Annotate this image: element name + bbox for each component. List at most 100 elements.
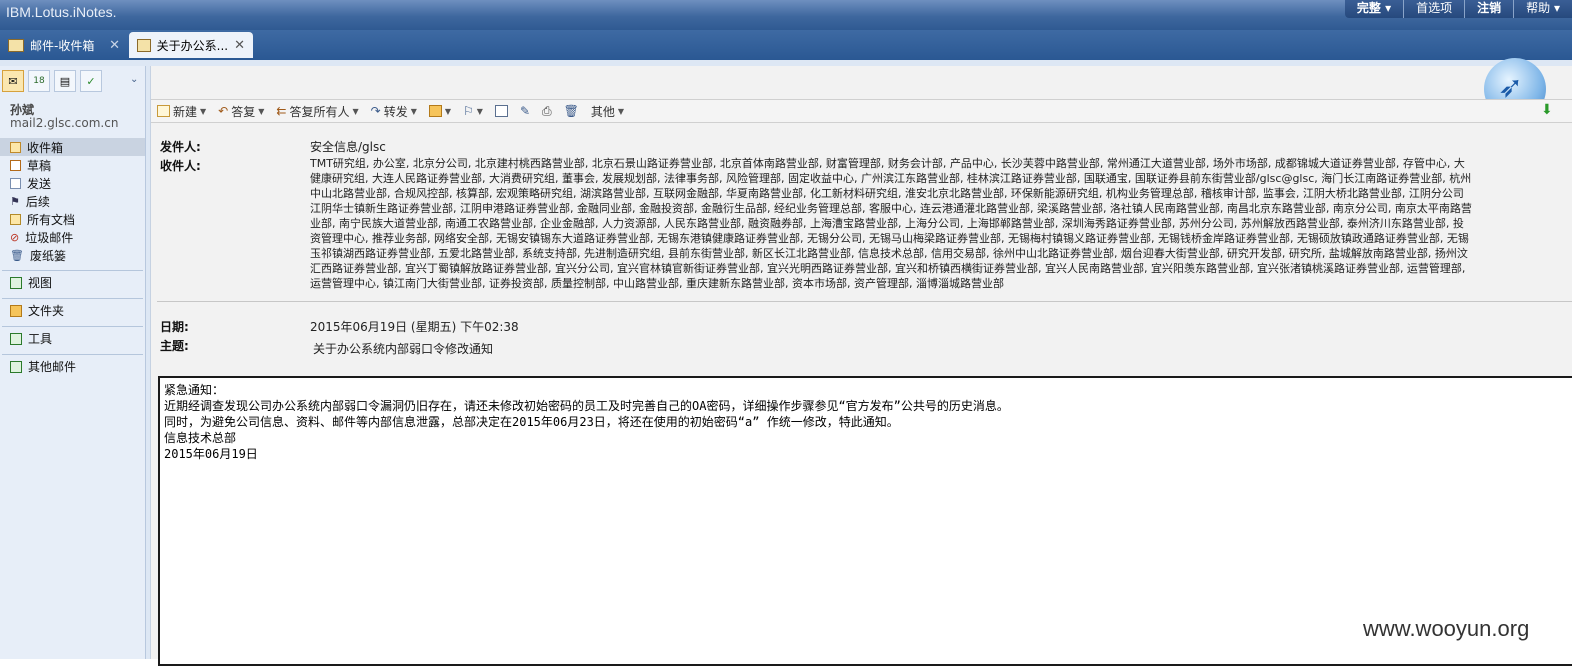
chevron-down-icon: ▼	[444, 106, 452, 116]
inbox-icon	[10, 141, 21, 153]
expand-chevron-icon[interactable]: ⌄	[130, 74, 138, 85]
menu-full[interactable]: 完整 ▾	[1345, 0, 1403, 18]
section-other-mail[interactable]: 其他邮件	[2, 354, 143, 378]
chevron-down-icon: ▼	[617, 106, 625, 116]
forward-button[interactable]: ↷ 转发 ▼	[365, 103, 423, 120]
message-body[interactable]: 紧急通知： 近期经调查发现公司办公系统内部弱口令漏洞仍旧存在，请还未修改初始密码…	[158, 376, 1572, 666]
calendar-icon[interactable]: 18	[28, 70, 50, 92]
watermark: www.wooyun.org	[1363, 616, 1530, 641]
sidebar-item-sent[interactable]: 发送	[0, 174, 145, 192]
chevron-down-icon: ▾	[1553, 1, 1560, 15]
more-button[interactable]: 其他 ▼	[585, 103, 630, 120]
section-label: 视图	[28, 276, 53, 290]
section-views[interactable]: 视图	[2, 270, 143, 294]
section-folders[interactable]: 文件夹	[2, 298, 143, 322]
section-label: 工具	[28, 332, 53, 346]
expand-plus-icon	[10, 332, 22, 345]
mail-launch-icon[interactable]: ✉	[2, 70, 24, 92]
contacts-icon[interactable]: ▤	[54, 70, 76, 92]
chevron-down-icon: ▼	[258, 106, 265, 116]
section-label: 其他邮件	[28, 360, 77, 374]
sidebar-item-label: 发送	[27, 176, 52, 191]
sidebar-item-label: 草稿	[27, 158, 52, 173]
chevron-down-icon: ▼	[352, 106, 359, 116]
sidebar-item-junk[interactable]: ⊘ 垃圾邮件	[0, 228, 145, 246]
sidebar-item-all-docs[interactable]: 所有文档	[0, 210, 145, 228]
pencil-icon	[10, 159, 21, 171]
to-label: 收件人:	[160, 159, 201, 173]
sidebar-item-trash[interactable]: 🗑 废纸篓	[0, 246, 145, 264]
message-pane: ➶ 新建 ▼ ↶ 答复 ▼ ⇇ 答复所有人 ▼ ↷ 转发 ▼ ▼ ⚐ ▼ ✎ ⎙…	[150, 58, 1572, 666]
reply-all-button[interactable]: ⇇ 答复所有人 ▼	[270, 103, 364, 120]
sidebar-item-drafts[interactable]: 草稿	[0, 156, 145, 174]
menu-help[interactable]: 帮助 ▾	[1513, 0, 1572, 18]
top-menu: 完整 ▾ 首选项 注销 帮助 ▾	[1344, 0, 1572, 18]
from-value[interactable]: 安全信息/glsc	[310, 138, 386, 155]
menu-logout[interactable]: 注销	[1464, 0, 1513, 18]
user-host: mail2.glsc.com.cn	[10, 116, 119, 130]
folder-icon	[428, 105, 442, 117]
tab-label: 邮件-收件箱	[30, 38, 95, 53]
subject-label: 主题:	[160, 339, 189, 353]
document-icon	[494, 105, 508, 117]
no-entry-icon: ⊘	[10, 230, 20, 244]
date-value: 2015年06月19日 (星期五) 下午02:38	[310, 320, 519, 334]
sidebar-item-label: 废纸篓	[29, 248, 66, 263]
folder-button[interactable]: ▼	[423, 105, 457, 117]
flag-icon: ⚑	[10, 194, 20, 208]
envelope-icon	[10, 177, 21, 189]
message-toolbar: 新建 ▼ ↶ 答复 ▼ ⇇ 答复所有人 ▼ ↷ 转发 ▼ ▼ ⚐ ▼ ✎ ⎙ 🗑…	[151, 99, 1572, 123]
chevron-down-icon: ▼	[200, 106, 207, 116]
sidebar-item-label: 收件箱	[27, 140, 64, 155]
chevron-down-icon: ▼	[410, 106, 417, 116]
sidebar-item-followup[interactable]: ⚑ 后续	[0, 192, 145, 210]
message-text: 紧急通知： 近期经调查发现公司办公系统内部弱口令漏洞仍旧存在，请还未修改初始密码…	[164, 383, 1009, 461]
trash-icon: 🗑	[563, 104, 579, 118]
sidebar-launcher: ✉ 18 ▤ ✓	[2, 70, 102, 92]
close-icon[interactable]: ✕	[109, 38, 120, 53]
edit-button[interactable]: ✎	[514, 104, 536, 118]
print-button[interactable]: ⎙	[536, 104, 558, 119]
sidebar-item-label: 后续	[25, 194, 50, 209]
mail-icon	[137, 38, 151, 52]
follow-up-button[interactable]: ⚐ ▼	[457, 104, 489, 118]
section-label: 文件夹	[28, 304, 65, 318]
folder-icon	[10, 304, 22, 317]
printer-icon: ⎙	[542, 103, 552, 118]
documents-icon	[10, 213, 21, 225]
reply-icon: ↶	[218, 104, 229, 118]
close-icon[interactable]: ✕	[234, 38, 245, 53]
sidebar-item-label: 垃圾邮件	[25, 230, 74, 245]
header-divider	[157, 301, 1572, 302]
sidebar-item-label: 所有文档	[27, 212, 76, 227]
sidebar-item-inbox[interactable]: 收件箱	[0, 138, 145, 156]
expand-plus-icon	[10, 360, 22, 373]
reply-all-icon: ⇇	[276, 104, 287, 118]
top-banner: IBM.Lotus.iNotes. 完整 ▾ 首选项 注销 帮助 ▾	[0, 0, 1572, 30]
section-tools[interactable]: 工具	[2, 326, 143, 350]
delete-button[interactable]: 🗑	[558, 104, 585, 118]
flag-icon: ⚐	[463, 104, 474, 118]
tab-row: 邮件-收件箱 ✕ 关于办公系... ✕	[0, 30, 1572, 60]
date-label: 日期:	[160, 320, 189, 334]
download-arrow-icon[interactable]: ⬇	[1541, 102, 1553, 118]
forward-icon: ↷	[370, 104, 381, 118]
recipients-list: TMT研究组, 办公室, 北京分公司, 北京建村桃西路营业部, 北京石景山路证券…	[310, 157, 1472, 290]
trash-icon: 🗑	[10, 248, 24, 262]
chevron-down-icon: ▾	[1385, 1, 1392, 15]
chevron-down-icon: ▼	[476, 106, 483, 116]
from-label: 发件人:	[160, 140, 201, 154]
subject-value: 关于办公系统内部弱口令修改通知	[313, 342, 494, 356]
tab-label: 关于办公系...	[156, 38, 229, 53]
tab-message[interactable]: 关于办公系... ✕	[129, 32, 253, 58]
reply-button[interactable]: ↶ 答复 ▼	[212, 103, 270, 120]
edit-icon: ✎	[519, 104, 531, 118]
todo-icon[interactable]: ✓	[80, 70, 102, 92]
app-brand: IBM.Lotus.iNotes.	[6, 4, 117, 20]
menu-preferences[interactable]: 首选项	[1403, 0, 1464, 18]
new-doc-icon	[157, 105, 170, 117]
new-button[interactable]: 新建 ▼	[151, 103, 212, 120]
tab-inbox[interactable]: 邮件-收件箱 ✕	[0, 32, 128, 58]
sidebar: ✉ 18 ▤ ✓ ⌄ 孙斌 mail2.glsc.com.cn 收件箱 草稿 发…	[0, 66, 146, 659]
mark-button[interactable]	[489, 105, 514, 117]
